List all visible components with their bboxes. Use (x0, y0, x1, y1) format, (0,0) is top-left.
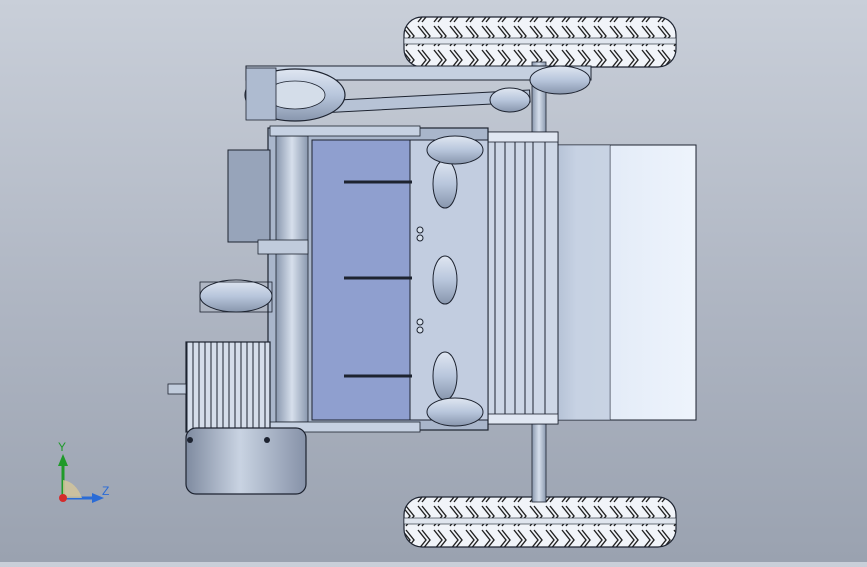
discharge-hopper[interactable] (554, 144, 697, 421)
bottom-wheel[interactable] (403, 496, 677, 548)
cad-viewport[interactable]: Y Z (0, 0, 867, 562)
coordinate-triad (58, 454, 104, 503)
top-wheel[interactable] (403, 16, 677, 68)
axis-y-label: Y (58, 440, 67, 454)
screen-grid[interactable] (485, 131, 559, 425)
axis-z-label: Z (102, 484, 110, 498)
assembly-model[interactable] (0, 0, 867, 562)
motor-pulley[interactable] (199, 279, 273, 313)
